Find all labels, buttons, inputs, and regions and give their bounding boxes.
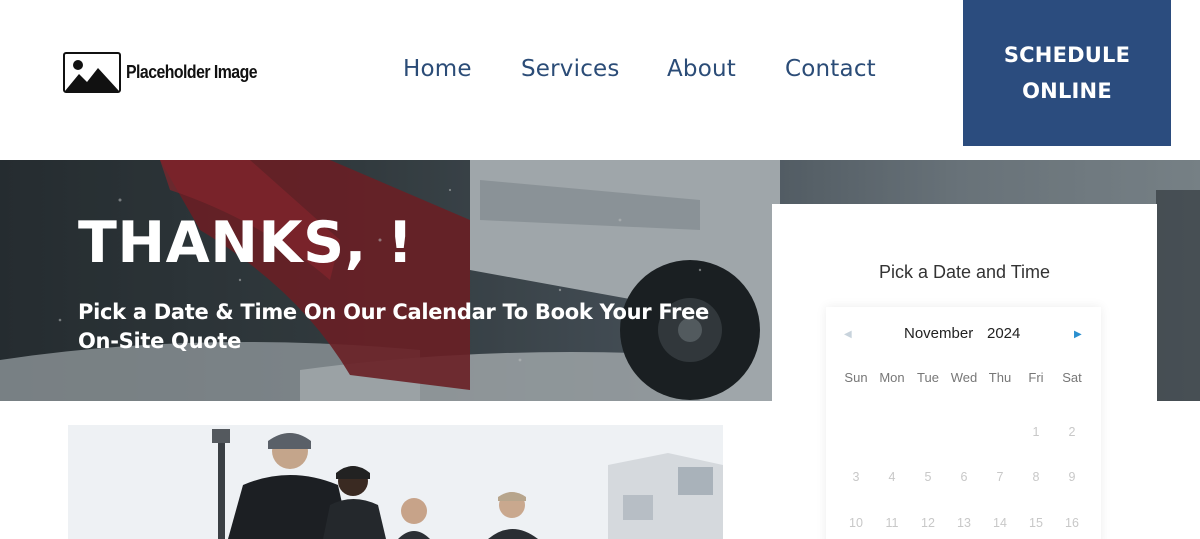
weekday-label: Wed	[950, 370, 978, 385]
calendar-day: 10	[849, 516, 863, 530]
hero-subtitle: Pick a Date & Time On Our Calendar To Bo…	[78, 300, 709, 353]
calendar-day: 15	[1029, 516, 1043, 530]
calendar-day: 11	[885, 516, 899, 530]
calendar: ◀ November 2024 ▶ Sun Mon Tue Wed Thu Fr…	[826, 307, 1101, 539]
logo-text: Placeholder Image	[126, 62, 258, 82]
site-header: Placeholder Image Home Services About Co…	[0, 0, 1200, 160]
nav-about[interactable]: About	[667, 56, 736, 82]
weekday-label: Sun	[844, 370, 868, 385]
image-placeholder-icon	[63, 52, 121, 93]
calendar-day: 4	[888, 470, 896, 484]
weekday-label: Sat	[1062, 370, 1082, 385]
calendar-day: 16	[1065, 516, 1079, 530]
booking-title: Pick a Date and Time	[878, 262, 1051, 282]
weekday-label: Tue	[917, 370, 939, 385]
calendar-year[interactable]: 2024	[987, 325, 1020, 342]
weekday-label: Fri	[1028, 370, 1044, 385]
calendar-day: 14	[993, 516, 1007, 530]
calendar-day: 9	[1068, 470, 1076, 484]
chevron-right-icon[interactable]: ▶	[1074, 329, 1082, 340]
logo[interactable]: Placeholder Image	[63, 52, 275, 93]
calendar-day: 13	[957, 516, 971, 530]
calendar-day: 1	[1032, 425, 1040, 439]
calendar-day: 7	[996, 470, 1004, 484]
team-photo	[68, 425, 723, 539]
calendar-day: 6	[960, 470, 968, 484]
nav-contact[interactable]: Contact	[785, 56, 876, 82]
calendar-day: 2	[1068, 425, 1076, 439]
weekday-label: Mon	[879, 370, 905, 385]
schedule-online-label: SCHEDULE ONLINE	[1003, 43, 1131, 103]
calendar-day: 5	[924, 470, 932, 484]
nav-services[interactable]: Services	[521, 56, 620, 82]
schedule-online-button[interactable]: SCHEDULE ONLINE	[963, 0, 1171, 146]
calendar-day: 8	[1032, 470, 1040, 484]
calendar-day: 3	[852, 470, 860, 484]
chevron-left-icon[interactable]: ◀	[844, 329, 852, 340]
booking-panel: Pick a Date and Time ◀ November 2024 ▶ S…	[772, 204, 1157, 539]
calendar-day: 12	[921, 516, 935, 530]
hero-title: THANKS, !	[78, 210, 414, 276]
weekday-label: Thu	[988, 370, 1012, 385]
calendar-month[interactable]: November	[904, 325, 973, 342]
nav-home[interactable]: Home	[403, 56, 472, 82]
